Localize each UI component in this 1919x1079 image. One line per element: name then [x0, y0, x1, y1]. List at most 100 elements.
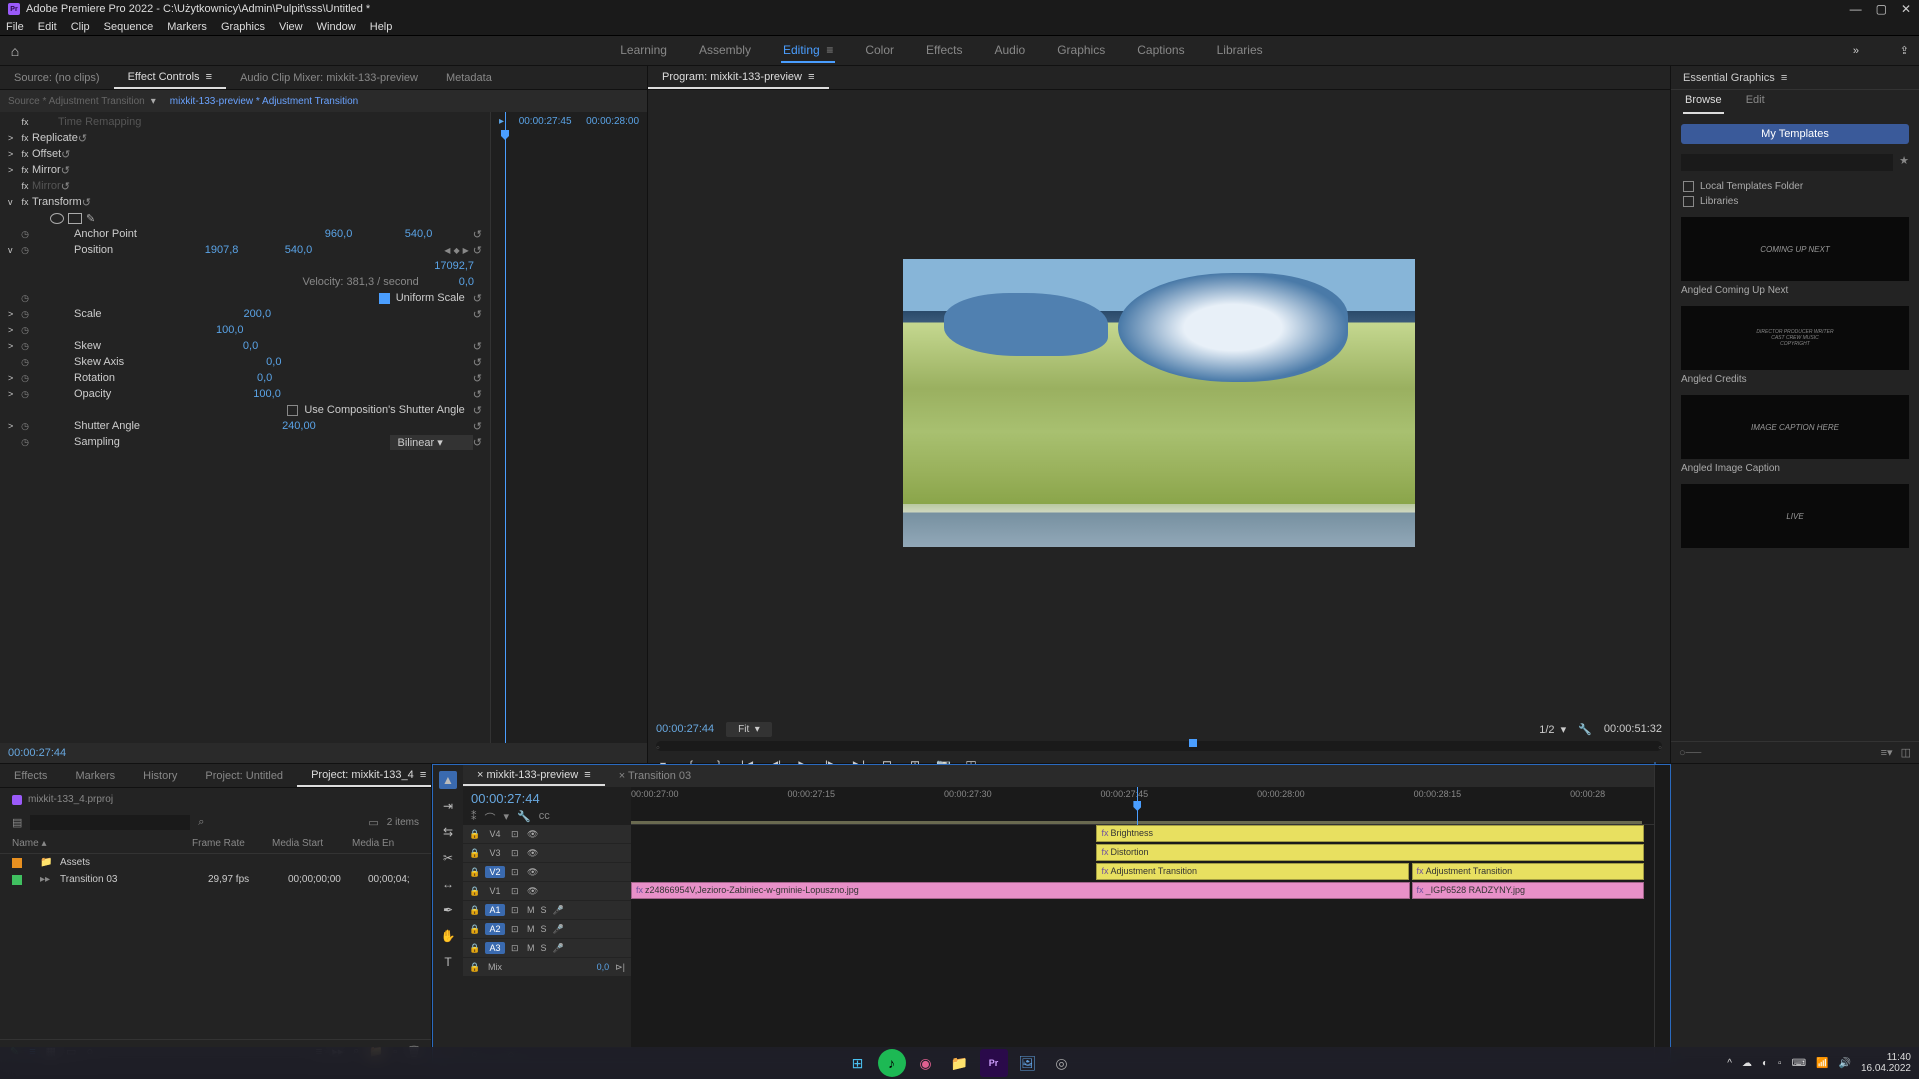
- bin-icon[interactable]: ▭: [368, 816, 378, 829]
- obs-icon[interactable]: ◎: [1048, 1049, 1076, 1077]
- checkbox[interactable]: [287, 405, 298, 416]
- video-track-header[interactable]: 🔒V3⊡👁: [463, 844, 631, 863]
- property-value[interactable]: 540,0: [285, 244, 345, 256]
- effect-property-row[interactable]: Use Composition's Shutter Angle↺: [0, 402, 490, 418]
- effect-property-row[interactable]: fxMirror↺: [0, 178, 490, 194]
- sync-lock-icon[interactable]: ⊡: [511, 905, 521, 916]
- timeline-timecode[interactable]: 00:00:27:44: [471, 791, 623, 806]
- solo-icon[interactable]: S: [541, 943, 547, 953]
- effect-property-row[interactable]: >fxMirror↺: [0, 162, 490, 178]
- project-item[interactable]: 📁Assets: [0, 854, 431, 871]
- lock-icon[interactable]: 🔒: [469, 867, 479, 878]
- effect-property-row[interactable]: fxTime Remapping: [0, 114, 490, 130]
- lock-icon[interactable]: 🔒: [469, 886, 479, 897]
- settings-icon[interactable]: 🔧: [1578, 723, 1592, 736]
- track-target[interactable]: A1: [485, 904, 505, 916]
- lock-icon[interactable]: 🔒: [469, 962, 479, 973]
- ellipse-mask-icon[interactable]: [50, 213, 64, 224]
- workspace-libraries[interactable]: Libraries: [1215, 39, 1265, 63]
- sync-lock-icon[interactable]: ⊡: [511, 943, 521, 954]
- property-value[interactable]: 0,0: [459, 276, 482, 288]
- program-timeline-slider[interactable]: ◦ ◦: [656, 741, 1662, 751]
- maximize-button[interactable]: ▢: [1876, 2, 1887, 16]
- lock-icon[interactable]: 🔒: [469, 943, 479, 954]
- mute-icon[interactable]: M: [527, 943, 535, 953]
- workspace-effects[interactable]: Effects: [924, 39, 964, 63]
- home-icon[interactable]: ⌂: [0, 43, 30, 59]
- source-tab[interactable]: Metadata: [432, 68, 506, 88]
- snap-icon[interactable]: ⁑: [471, 810, 477, 826]
- next-keyframe-icon[interactable]: ▶: [463, 246, 469, 255]
- property-value[interactable]: 960,0: [325, 228, 385, 240]
- clock[interactable]: 11:40 16.04.2022: [1861, 1052, 1911, 1074]
- selection-tool-icon[interactable]: ▲: [439, 771, 457, 789]
- start-icon[interactable]: ⊞: [844, 1049, 872, 1077]
- toggle-track-output-icon[interactable]: 👁: [527, 886, 537, 897]
- sync-lock-icon[interactable]: ⊡: [511, 867, 521, 878]
- property-value[interactable]: 100,0: [111, 388, 289, 400]
- type-tool-icon[interactable]: T: [439, 953, 457, 971]
- track-target[interactable]: V2: [485, 866, 505, 878]
- mute-icon[interactable]: M: [527, 924, 535, 934]
- sequence-tab[interactable]: × mixkit-133-preview ≡: [463, 766, 605, 786]
- ripple-edit-tool-icon[interactable]: ⇆: [439, 823, 457, 841]
- source-tab[interactable]: Effect Controls ≡: [114, 67, 226, 89]
- wifi-icon[interactable]: 📶: [1816, 1058, 1828, 1069]
- effect-property-row[interactable]: v◷Position1907,8540,0◀◆▶↺: [0, 242, 490, 258]
- ec-playhead[interactable]: [505, 112, 506, 743]
- project-tab[interactable]: Effects: [0, 766, 61, 786]
- property-value[interactable]: 100,0: [74, 324, 252, 336]
- solo-icon[interactable]: S: [541, 905, 547, 915]
- template-item[interactable]: DIRECTOR PRODUCER WRITERCAST CREW MUSICC…: [1681, 306, 1909, 385]
- filter-bin-icon[interactable]: ▤: [12, 816, 22, 829]
- source-tab[interactable]: Source: (no clips): [0, 68, 114, 88]
- menu-graphics[interactable]: Graphics: [221, 21, 265, 33]
- captions-track-icon[interactable]: cc: [539, 810, 550, 826]
- tray-chevron-icon[interactable]: ^: [1727, 1058, 1732, 1069]
- export-icon[interactable]: ⇪: [1879, 44, 1919, 57]
- sync-lock-icon[interactable]: ⊡: [511, 924, 521, 935]
- effect-property-row[interactable]: ◷Anchor Point960,0540,0↺: [0, 226, 490, 242]
- mute-icon[interactable]: M: [527, 905, 535, 915]
- property-value[interactable]: 0,0: [115, 372, 280, 384]
- toggle-track-output-icon[interactable]: 👁: [527, 848, 537, 859]
- voice-over-icon[interactable]: 🎤: [553, 943, 564, 954]
- eg-tab-browse[interactable]: Browse: [1683, 90, 1724, 114]
- reset-icon[interactable]: ↺: [61, 180, 70, 193]
- expand-icon[interactable]: ⊳|: [615, 962, 625, 973]
- my-templates-button[interactable]: My Templates: [1681, 124, 1909, 144]
- effect-property-row[interactable]: ✎: [0, 210, 490, 226]
- toggle-track-output-icon[interactable]: 👁: [527, 867, 537, 878]
- add-marker-icon[interactable]: ▾: [504, 810, 510, 826]
- reset-icon[interactable]: ↺: [61, 148, 70, 161]
- master-clip-link[interactable]: mixkit-133-preview * Adjustment Transiti…: [170, 96, 358, 107]
- effect-property-row[interactable]: vfxTransform↺: [0, 194, 490, 210]
- label-swatch[interactable]: [12, 875, 22, 885]
- lock-icon[interactable]: 🔒: [469, 924, 479, 935]
- reset-icon[interactable]: ↺: [61, 164, 70, 177]
- pen-mask-icon[interactable]: ✎: [86, 212, 95, 225]
- toggle-track-output-icon[interactable]: 👁: [527, 829, 537, 840]
- tray-icon-2[interactable]: ▫: [1778, 1058, 1782, 1069]
- rect-mask-icon[interactable]: [68, 213, 82, 224]
- property-value[interactable]: 0,0: [101, 340, 266, 352]
- effect-property-row[interactable]: ◷SamplingBilinear ▾↺: [0, 434, 490, 450]
- timeline-ruler[interactable]: 00:00:27:0000:00:27:1500:00:27:3000:00:2…: [631, 787, 1654, 825]
- dropdown[interactable]: Bilinear ▾: [390, 435, 473, 450]
- add-keyframe-icon[interactable]: ◆: [453, 246, 459, 255]
- lock-icon[interactable]: 🔒: [469, 848, 479, 859]
- zoom-fit-dropdown[interactable]: Fit ▾: [726, 722, 772, 737]
- track-target[interactable]: V3: [485, 847, 505, 859]
- effect-property-row[interactable]: >fxReplicate↺: [0, 130, 490, 146]
- effect-property-row[interactable]: >fxOffset↺: [0, 146, 490, 162]
- lock-icon[interactable]: 🔒: [469, 829, 479, 840]
- slip-tool-icon[interactable]: ↔: [439, 875, 457, 893]
- program-video-preview[interactable]: [903, 259, 1415, 547]
- workspace-graphics[interactable]: Graphics: [1055, 39, 1107, 63]
- reset-icon[interactable]: ↺: [473, 372, 482, 385]
- lock-icon[interactable]: 🔒: [469, 905, 479, 916]
- mix-track-header[interactable]: 🔒Mix0,0⊳|: [463, 958, 631, 977]
- reset-icon[interactable]: ↺: [473, 420, 482, 433]
- workspace-captions[interactable]: Captions: [1135, 39, 1186, 63]
- reset-icon[interactable]: ↺: [473, 228, 482, 241]
